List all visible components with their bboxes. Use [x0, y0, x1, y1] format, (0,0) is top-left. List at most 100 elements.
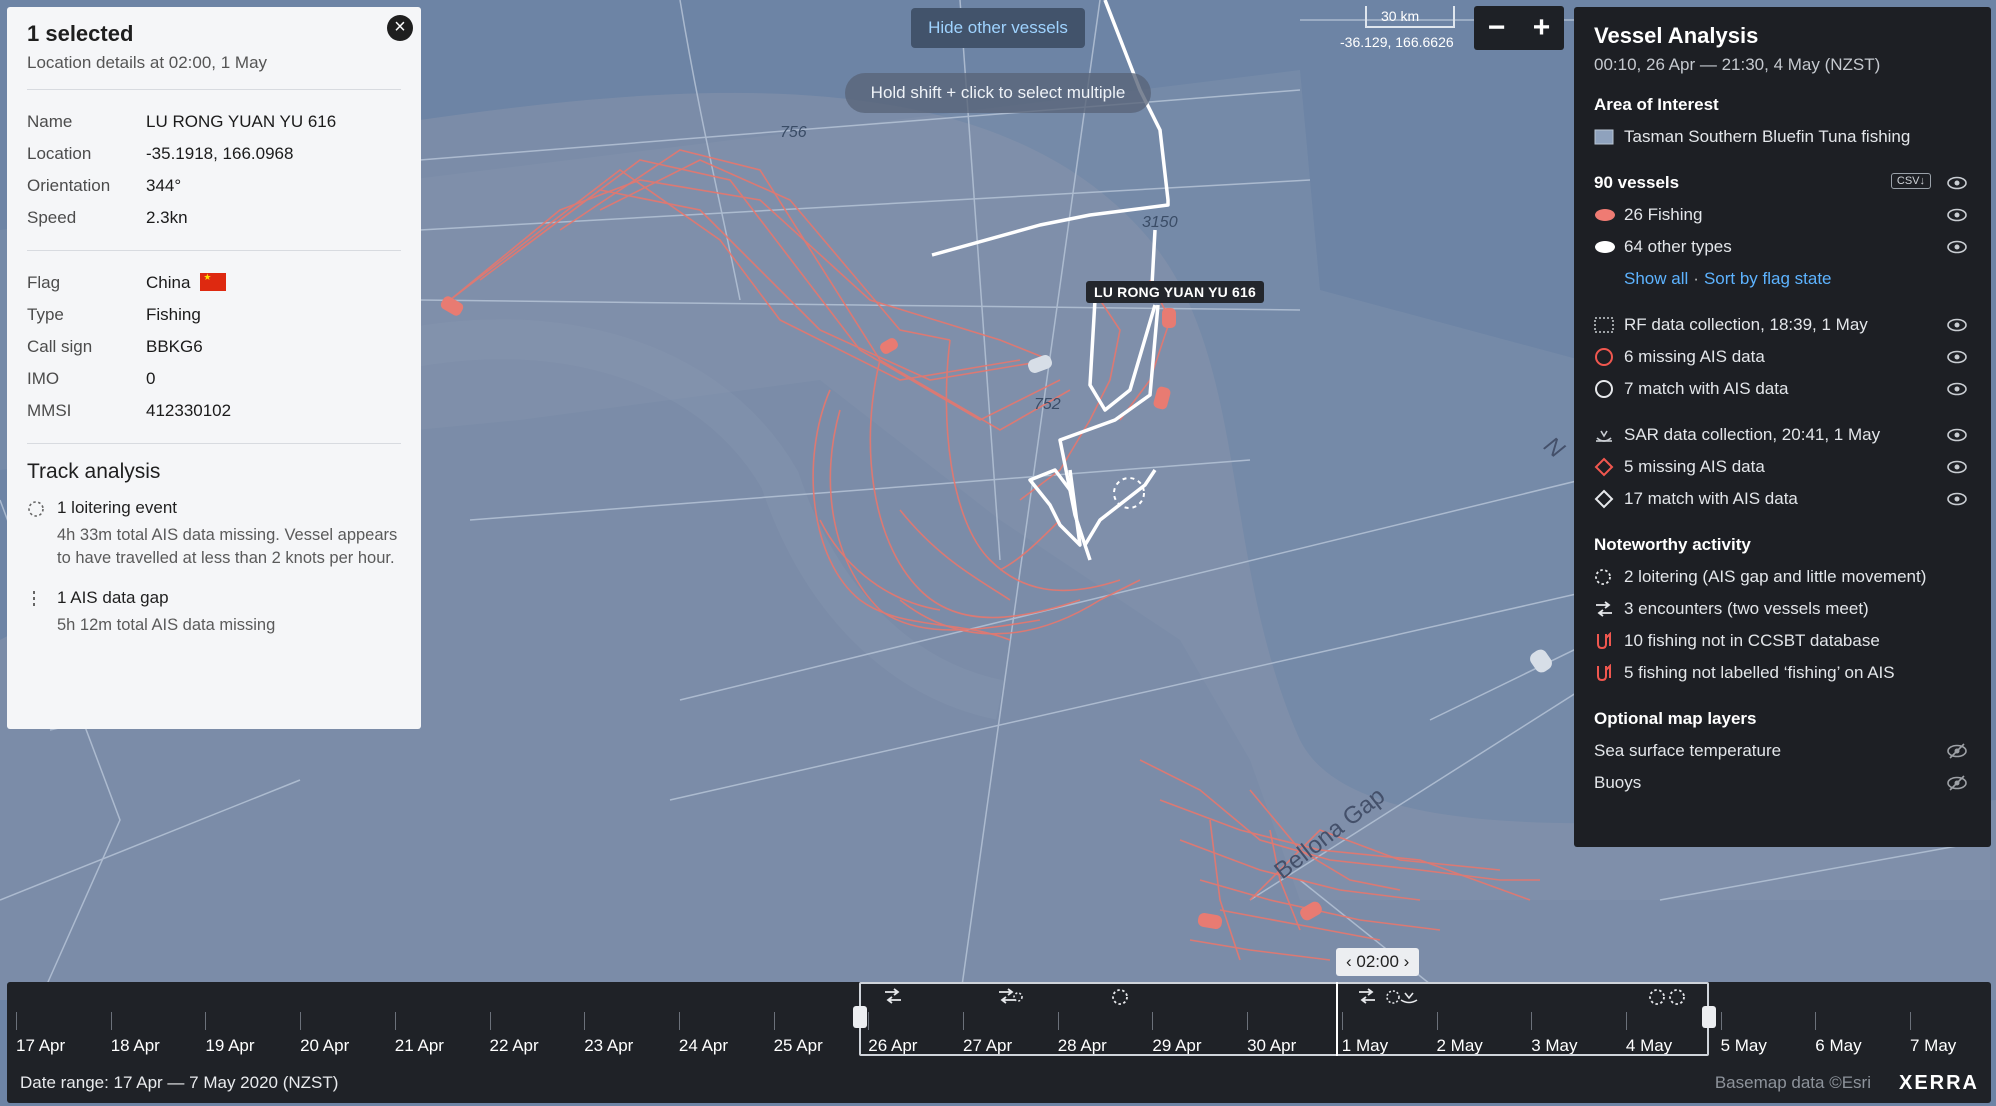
- buoys-layer-row[interactable]: Buoys: [1594, 767, 1971, 799]
- timeline[interactable]: 17 Apr 18 Apr 19 Apr 20 Apr 21 Apr 22 Apr 23 A…: [7, 948, 1991, 1103]
- eye-icon[interactable]: [1947, 317, 1967, 337]
- selected-vessel-label[interactable]: LU RONG YUAN YU 616: [1086, 281, 1264, 303]
- selection-panel: × 1 selected Location details at 02:00, …: [7, 7, 421, 729]
- event-title: 1 loitering event: [57, 498, 178, 517]
- depth-label: 3150: [1142, 214, 1178, 231]
- zoom-in-button[interactable]: +: [1519, 6, 1564, 50]
- detail-key: Orientation: [27, 176, 111, 195]
- not-labelled-row[interactable]: 5 fishing not labelled ‘fishing’ on AIS: [1594, 657, 1971, 689]
- eye-icon[interactable]: [1947, 349, 1967, 369]
- aoi-item[interactable]: Tasman Southern Bluefin Tuna fishing: [1594, 121, 1971, 153]
- other-vessels-row[interactable]: 64 other types: [1594, 231, 1971, 263]
- loitering-label: 2 loitering (AIS gap and little movement…: [1624, 567, 1927, 586]
- eye-icon[interactable]: [1947, 175, 1967, 195]
- timeline-date[interactable]: 5 May: [1720, 1012, 1767, 1056]
- timeline-date[interactable]: 19 Apr: [205, 1012, 255, 1056]
- eye-icon[interactable]: [1947, 427, 1967, 447]
- event-description: 5h 12m total AIS data missing: [57, 616, 276, 634]
- aoi-name: Tasman Southern Bluefin Tuna fishing: [1624, 127, 1911, 146]
- date-range-label: Date range: 17 Apr — 7 May 2020 (NZST): [20, 1073, 339, 1092]
- show-all-link[interactable]: Show all: [1624, 269, 1688, 289]
- encounter-icon[interactable]: [883, 988, 903, 1009]
- vessel-call-sign: BBKG6: [146, 337, 203, 356]
- timeline-date[interactable]: 25 Apr: [773, 1012, 823, 1056]
- timeline-date[interactable]: 23 Apr: [584, 1012, 633, 1056]
- analysis-timespan: 00:10, 26 Apr — 21:30, 4 May (NZST): [1594, 55, 1881, 74]
- not-ccsbt-row[interactable]: 10 fishing not in CCSBT database: [1594, 625, 1971, 657]
- rf-missing-row[interactable]: 6 missing AIS data: [1594, 341, 1971, 373]
- timeline-selected-range[interactable]: [859, 982, 1709, 1056]
- timeline-date[interactable]: 6 May: [1815, 1012, 1862, 1056]
- sar-missing-row[interactable]: 5 missing AIS data: [1594, 451, 1971, 483]
- timeline-date[interactable]: 7 May: [1910, 1012, 1956, 1056]
- selection-title: 1 selected: [27, 21, 134, 46]
- sst-layer-row[interactable]: Sea surface temperature: [1594, 735, 1971, 767]
- satellite-icon: [1594, 427, 1624, 443]
- eye-icon[interactable]: [1947, 207, 1967, 227]
- not-labelled-label: 5 fishing not labelled ‘fishing’ on AIS: [1624, 663, 1895, 682]
- sar-match-row[interactable]: 17 match with AIS data: [1594, 483, 1971, 515]
- event-title: 1 AIS data gap: [57, 588, 169, 607]
- white-circle-icon: [1594, 379, 1624, 399]
- sar-match-label: 17 match with AIS data: [1624, 489, 1798, 508]
- timeline-date[interactable]: 22 Apr: [489, 1012, 539, 1056]
- vessels-header: 90 vessels CSV↓: [1594, 167, 1971, 199]
- ais-gap-icon: [27, 588, 57, 637]
- eye-icon[interactable]: [1947, 381, 1967, 401]
- ais-gap-event[interactable]: 1 AIS data gap 5h 12m total AIS data mis…: [27, 588, 401, 637]
- area-swatch-icon: [1594, 129, 1624, 145]
- rf-area-icon: [1594, 317, 1624, 333]
- loitering-icon: [1594, 567, 1624, 587]
- info-key: Type: [27, 305, 64, 324]
- hide-other-vessels-button[interactable]: Hide other vessels: [911, 8, 1085, 48]
- encounters-row[interactable]: 3 encounters (two vessels meet): [1594, 593, 1971, 625]
- zoom-out-button[interactable]: −: [1474, 6, 1519, 50]
- fishing-vessels-row[interactable]: 26 Fishing: [1594, 199, 1971, 231]
- rf-collection-label: RF data collection, 18:39, 1 May: [1624, 315, 1868, 334]
- playhead-line: [1336, 982, 1338, 1056]
- encounter-icon[interactable]: [1357, 988, 1377, 1009]
- loitering-icon[interactable]: [1647, 988, 1687, 1011]
- vessel-speed: 2.3kn: [146, 208, 188, 227]
- loitering-icon[interactable]: [1111, 988, 1129, 1011]
- info-key: Flag: [27, 273, 61, 292]
- not-ccsbt-label: 10 fishing not in CCSBT database: [1624, 631, 1880, 650]
- divider: [27, 89, 401, 90]
- sar-collection-row[interactable]: SAR data collection, 20:41, 1 May: [1594, 419, 1971, 451]
- timeline-date[interactable]: 18 Apr: [110, 1012, 160, 1056]
- timeline-date[interactable]: 24 Apr: [678, 1012, 728, 1056]
- satellite-icon[interactable]: [1385, 988, 1421, 1011]
- sort-by-flag-link[interactable]: Sort by flag state: [1704, 269, 1832, 289]
- track-analysis-heading: Track analysis: [27, 460, 161, 483]
- info-key: MMSI: [27, 401, 72, 420]
- eye-icon[interactable]: [1947, 459, 1967, 479]
- eye-icon[interactable]: [1947, 491, 1967, 511]
- detail-row: Location -35.1918, 166.0968: [27, 138, 401, 170]
- info-row: Type Fishing: [27, 299, 401, 331]
- detail-key: Speed: [27, 208, 77, 227]
- timeline-date[interactable]: 21 Apr: [394, 1012, 444, 1056]
- eye-hidden-icon[interactable]: [1947, 775, 1967, 796]
- loitering-event[interactable]: 1 loitering event 4h 33m total AIS data …: [27, 498, 401, 570]
- zoom-control: − +: [1474, 6, 1564, 50]
- timeline-date[interactable]: 20 Apr: [300, 1012, 349, 1056]
- rf-match-row[interactable]: 7 match with AIS data: [1594, 373, 1971, 405]
- loitering-row[interactable]: 2 loitering (AIS gap and little movement…: [1594, 561, 1971, 593]
- playhead-time[interactable]: ‹ 02:00 ›: [1336, 948, 1420, 976]
- encounter-icon: [1594, 601, 1624, 617]
- timeline-playhead[interactable]: ‹ 02:00 ›: [1336, 948, 1420, 1056]
- timeline-date[interactable]: 17 Apr: [16, 1012, 65, 1056]
- scale-bar: 30 km: [1365, 6, 1455, 28]
- eye-hidden-icon[interactable]: [1947, 743, 1967, 764]
- csv-download-button[interactable]: CSV↓: [1890, 173, 1931, 189]
- encounter-icon[interactable]: [997, 988, 1023, 1011]
- close-icon[interactable]: ×: [387, 15, 413, 41]
- vessel-location: -35.1918, 166.0968: [146, 144, 294, 163]
- eye-icon[interactable]: [1947, 239, 1967, 259]
- rf-collection-row[interactable]: RF data collection, 18:39, 1 May: [1594, 309, 1971, 341]
- flag-name: China: [146, 273, 191, 292]
- range-end-handle[interactable]: [1702, 1006, 1716, 1028]
- scale-label: 30 km: [1381, 8, 1420, 24]
- location-subtitle: Location details at 02:00, 1 May: [27, 53, 268, 72]
- range-start-handle[interactable]: [853, 1006, 867, 1028]
